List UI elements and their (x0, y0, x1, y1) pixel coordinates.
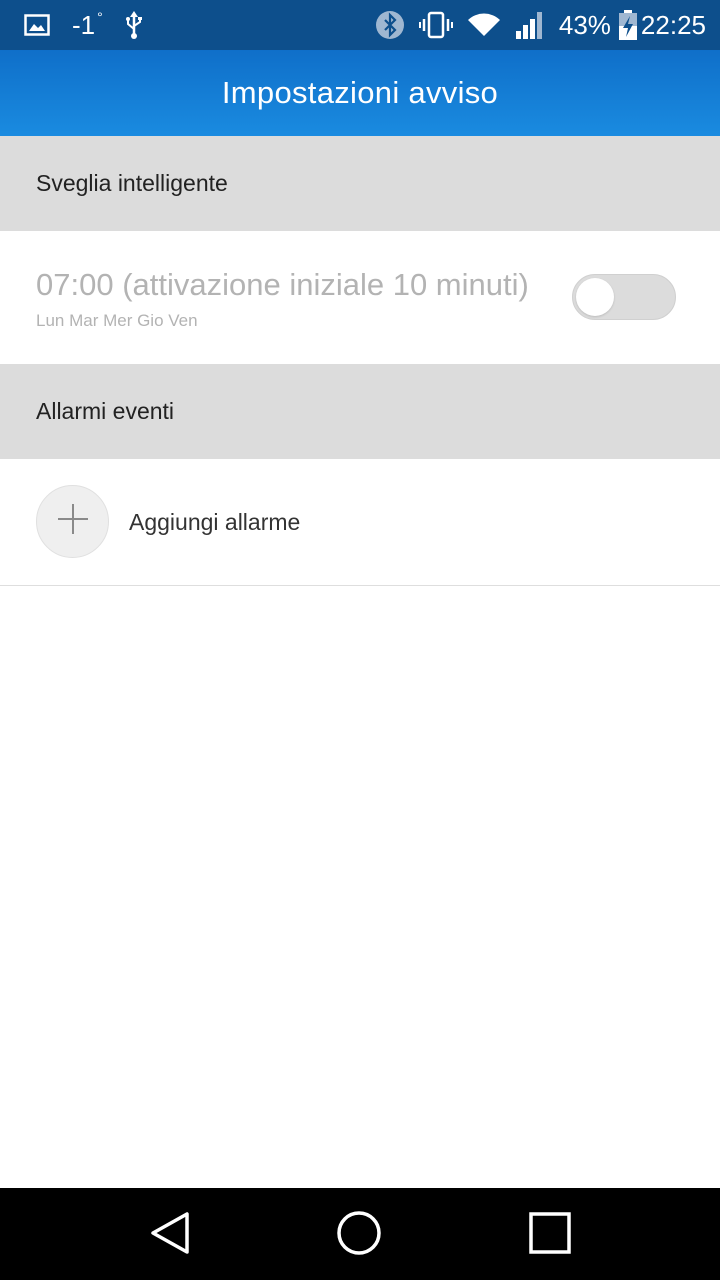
recents-button[interactable] (525, 1210, 575, 1260)
add-alarm-label: Aggiungi allarme (129, 509, 301, 535)
back-icon (149, 1211, 191, 1260)
clock: 22:25 (640, 10, 706, 40)
vibrate-icon (418, 11, 453, 39)
app-bar: Impostazioni avviso (0, 50, 720, 136)
toggle-knob (576, 278, 614, 316)
temperature-unit: ° (97, 9, 103, 25)
plus-icon (56, 502, 90, 541)
navigation-bar (0, 1188, 720, 1280)
home-icon (336, 1210, 382, 1261)
page-title: Impostazioni avviso (221, 75, 499, 110)
section-title: Allarmi eventi (36, 398, 175, 424)
status-left: -1 ° (24, 9, 165, 40)
smart-alarm-toggle[interactable] (572, 274, 676, 320)
bluetooth-icon (375, 10, 405, 40)
temperature-value: -1 (72, 10, 96, 40)
section-title: Sveglia intelligente (36, 170, 228, 196)
gallery-icon (24, 14, 50, 36)
signal-icon (515, 10, 545, 40)
add-alarm-row[interactable]: Aggiungi allarme (0, 459, 720, 586)
section-header-event-alarms: Allarmi eventi (0, 364, 720, 459)
temperature: -1 ° (72, 9, 103, 40)
status-right: 43% 22:25 (361, 10, 706, 40)
status-bar: -1 ° 43% 22:25 (0, 0, 720, 50)
back-button[interactable] (145, 1210, 195, 1260)
home-button[interactable] (334, 1210, 384, 1260)
alarm-days: Lun Mar Mer Gio Ven (36, 311, 198, 330)
usb-icon (125, 11, 143, 39)
alarm-time: 07:00 (attivazione iniziale 10 minuti) (36, 267, 529, 302)
battery-charging-icon (618, 10, 637, 40)
add-alarm-button[interactable] (36, 485, 109, 558)
section-header-smart-alarm: Sveglia intelligente (0, 136, 720, 231)
battery-percent: 43% (558, 10, 611, 40)
wifi-icon (467, 12, 501, 38)
recents-icon (528, 1211, 572, 1260)
smart-alarm-row[interactable]: 07:00 (attivazione iniziale 10 minuti) L… (0, 231, 720, 364)
